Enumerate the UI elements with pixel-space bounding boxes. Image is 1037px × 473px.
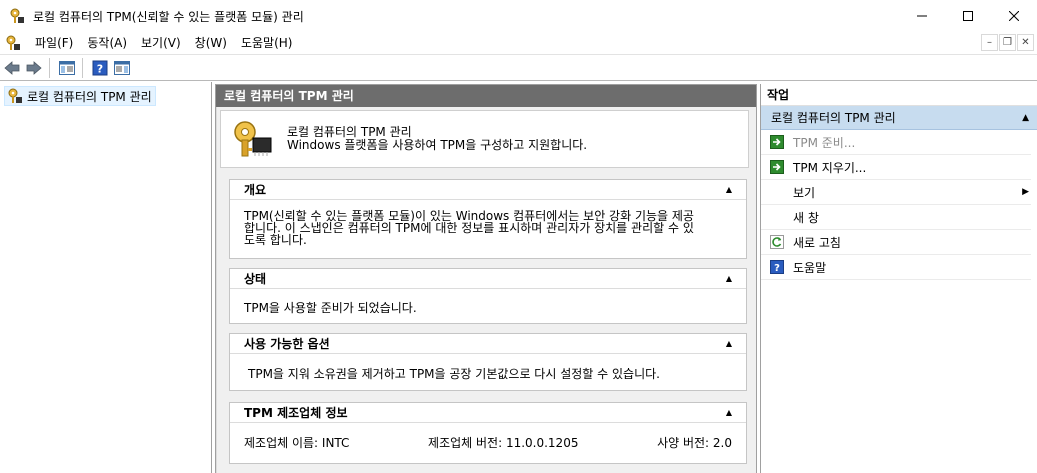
toolbar: ? xyxy=(0,54,1037,81)
collapse-arrow-icon[interactable]: ▲ xyxy=(726,339,732,348)
section-title: 개요 xyxy=(244,183,267,197)
status-text: TPM을 사용할 준비가 되었습니다. xyxy=(244,301,417,315)
restore-icon: ❐ xyxy=(1003,37,1012,48)
maximize-button[interactable] xyxy=(945,0,991,32)
actions-group-label: 로컬 컴퓨터의 TPM 관리 xyxy=(771,111,896,125)
submenu-arrow-icon: ▶ xyxy=(1022,187,1029,197)
results-pane-header: 로컬 컴퓨터의 TPM 관리 xyxy=(216,85,756,107)
action-view[interactable]: 보기 ▶ xyxy=(761,180,1031,205)
actions-pane: 작업 로컬 컴퓨터의 TPM 관리 ▲ TPM 준비... TPM 지우기...… xyxy=(760,84,1037,473)
action-help[interactable]: ? 도움말 xyxy=(761,255,1031,280)
back-button[interactable] xyxy=(2,58,22,78)
section-title: TPM 제조업체 정보 xyxy=(244,406,348,420)
help-icon: ? xyxy=(92,60,108,75)
action-pane-icon xyxy=(114,60,130,75)
tpm-key-icon xyxy=(8,88,22,103)
section-overview: 개요 ▲ TPM(신뢰할 수 있는 플랫폼 모듈)이 있는 Windows 컴퓨… xyxy=(229,179,747,259)
mdi-minimize-button[interactable]: – xyxy=(981,34,998,51)
close-icon: ✕ xyxy=(1021,37,1030,48)
back-arrow-icon xyxy=(4,60,20,75)
action-prepare-tpm[interactable]: TPM 준비... xyxy=(761,130,1031,155)
tree-item-label: 로컬 컴퓨터의 TPM 관리 xyxy=(27,89,152,104)
section-title: 사용 가능한 옵션 xyxy=(244,337,330,351)
tpm-key-icon[interactable] xyxy=(5,35,21,51)
action-label: 새로 고침 xyxy=(793,235,841,250)
action-refresh[interactable]: 새로 고침 xyxy=(761,230,1031,255)
menu-file[interactable]: 파일(F) xyxy=(28,32,80,54)
title-bar: 로컬 컴퓨터의 TPM(신뢰할 수 있는 플랫폼 모듈) 관리 xyxy=(0,0,1037,32)
section-title: 상태 xyxy=(244,272,267,286)
intro-box: 로컬 컴퓨터의 TPM 관리 Windows 플랫폼을 사용하여 TPM을 구성… xyxy=(220,110,749,168)
section-available-options: 사용 가능한 옵션 ▲ TPM을 지워 소유권을 제거하고 TPM을 공장 기본… xyxy=(229,333,747,391)
spec-version: 사양 버전: 2.0 xyxy=(657,436,732,450)
close-icon xyxy=(1009,11,1019,21)
toolbar-separator xyxy=(49,57,50,78)
collapse-arrow-icon[interactable]: ▲ xyxy=(726,408,732,417)
tpm-key-icon xyxy=(10,8,24,23)
collapse-arrow-icon[interactable]: ▲ xyxy=(726,185,732,194)
action-new-window[interactable]: 새 창 xyxy=(761,205,1031,230)
options-text: TPM을 지워 소유권을 제거하고 TPM을 공장 기본값으로 다시 설정할 수… xyxy=(248,367,660,381)
section-status: 상태 ▲ TPM을 사용할 준비가 되었습니다. xyxy=(229,268,747,324)
overview-line: 합니다. 이 스냅인은 컴퓨터의 TPM에 대한 정보를 표시하며 관리자가 장… xyxy=(244,221,694,235)
manufacturer-details: 제조업체 이름: INTC 제조업체 버전: 11.0.0.1205 사양 버전… xyxy=(230,423,746,453)
actions-header: 작업 xyxy=(761,84,1037,106)
minimize-icon xyxy=(917,15,927,17)
collapse-arrow-icon[interactable]: ▲ xyxy=(726,274,732,283)
forward-arrow-icon xyxy=(26,60,42,75)
actions-group-tpm-management[interactable]: 로컬 컴퓨터의 TPM 관리 ▲ xyxy=(761,106,1037,130)
menu-window[interactable]: 창(W) xyxy=(188,32,234,54)
window-title: 로컬 컴퓨터의 TPM(신뢰할 수 있는 플랫폼 모듈) 관리 xyxy=(33,9,304,24)
svg-text:?: ? xyxy=(774,263,780,274)
section-status-header[interactable]: 상태 ▲ xyxy=(230,269,746,289)
maximize-icon xyxy=(963,11,973,21)
results-pane-body: 로컬 컴퓨터의 TPM 관리 Windows 플랫폼을 사용하여 TPM을 구성… xyxy=(216,107,756,473)
refresh-icon xyxy=(769,234,785,250)
overview-line: 도록 합니다. xyxy=(244,233,307,247)
intro-subtitle: Windows 플랫폼을 사용하여 TPM을 구성하고 지원합니다. xyxy=(287,138,588,152)
help-toolbar-button[interactable]: ? xyxy=(90,58,110,78)
console-tree: 로컬 컴퓨터의 TPM 관리 xyxy=(0,82,212,473)
green-arrow-icon xyxy=(769,134,785,150)
show-hide-console-tree-button[interactable] xyxy=(57,58,77,78)
menu-bar: 파일(F) 동작(A) 보기(V) 창(W) 도움말(H) – ❐ ✕ xyxy=(0,32,1037,54)
menu-view[interactable]: 보기(V) xyxy=(134,32,188,54)
action-clear-tpm[interactable]: TPM 지우기... xyxy=(761,155,1031,180)
mdi-close-button[interactable]: ✕ xyxy=(1017,34,1034,51)
collapse-arrow-icon[interactable]: ▲ xyxy=(1022,106,1029,130)
results-pane: 로컬 컴퓨터의 TPM 관리 로컬 컴퓨터의 TPM 관리 Windows 플랫… xyxy=(215,84,757,473)
section-manufacturer-header[interactable]: TPM 제조업체 정보 ▲ xyxy=(230,403,746,423)
close-button[interactable] xyxy=(991,0,1037,32)
action-label: TPM 준비... xyxy=(793,135,856,150)
help-icon: ? xyxy=(769,259,785,275)
svg-text:?: ? xyxy=(97,62,103,75)
menu-action[interactable]: 동작(A) xyxy=(80,32,134,54)
minimize-icon: – xyxy=(987,37,992,48)
action-label: TPM 지우기... xyxy=(793,160,867,175)
manufacturer-name: 제조업체 이름: INTC xyxy=(244,436,350,450)
intro-text: 로컬 컴퓨터의 TPM 관리 Windows 플랫폼을 사용하여 TPM을 구성… xyxy=(287,126,587,152)
green-arrow-icon xyxy=(769,159,785,175)
section-options-header[interactable]: 사용 가능한 옵션 ▲ xyxy=(230,334,746,354)
forward-button[interactable] xyxy=(24,58,44,78)
tpm-chip-key-icon xyxy=(234,121,272,157)
show-hide-action-pane-button[interactable] xyxy=(112,58,132,78)
manufacturer-version: 제조업체 버전: 11.0.0.1205 xyxy=(428,436,579,450)
section-overview-body: TPM(신뢰할 수 있는 플랫폼 모듈)이 있는 Windows 컴퓨터에서는 … xyxy=(230,200,746,250)
console-tree-icon xyxy=(59,60,75,75)
section-manufacturer-info: TPM 제조업체 정보 ▲ 제조업체 이름: INTC 제조업체 버전: 11.… xyxy=(229,402,747,464)
minimize-button[interactable] xyxy=(899,0,945,32)
action-label: 새 창 xyxy=(793,210,819,225)
action-label: 보기 xyxy=(793,185,816,200)
action-label: 도움말 xyxy=(793,260,827,275)
toolbar-separator xyxy=(82,57,83,78)
section-overview-header[interactable]: 개요 ▲ xyxy=(230,180,746,200)
menu-help[interactable]: 도움말(H) xyxy=(234,32,300,54)
mdi-restore-button[interactable]: ❐ xyxy=(999,34,1016,51)
tree-item-tpm-management[interactable]: 로컬 컴퓨터의 TPM 관리 xyxy=(4,86,156,106)
